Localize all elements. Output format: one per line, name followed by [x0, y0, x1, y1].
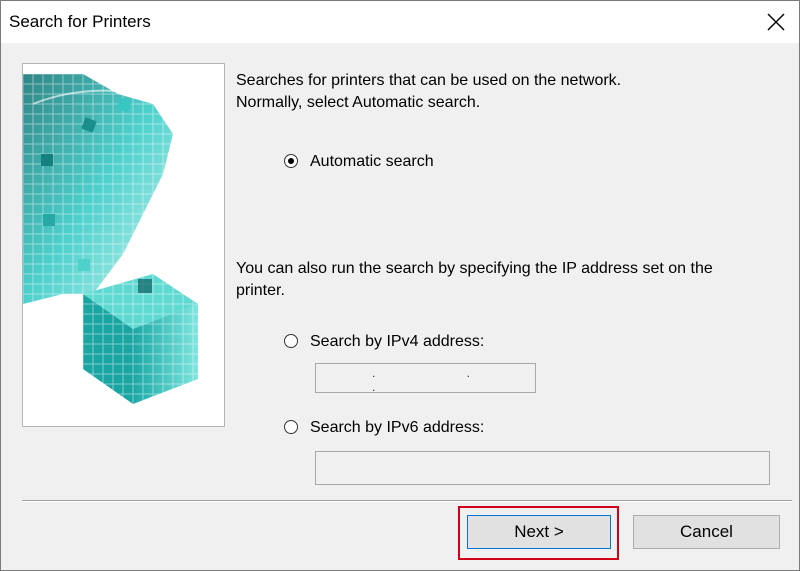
ipv4-search-label[interactable]: Search by IPv4 address: [310, 331, 484, 353]
hint-line-1: You can also run the search by specifyin… [236, 260, 713, 277]
ipv6-search-radio[interactable] [284, 420, 298, 434]
radio-selected-dot [288, 158, 294, 164]
cancel-button[interactable]: Cancel [633, 515, 780, 549]
intro-line-2: Normally, select Automatic search. [236, 94, 481, 111]
automatic-search-label[interactable]: Automatic search [310, 151, 434, 173]
close-button[interactable] [753, 1, 799, 43]
intro-line-1: Searches for printers that can be used o… [236, 72, 622, 89]
title-bar: Search for Printers [1, 1, 799, 43]
ipv6-search-label[interactable]: Search by IPv6 address: [310, 417, 484, 439]
ipv4-address-field[interactable]: . . . [315, 363, 536, 394]
window-title: Search for Printers [9, 12, 151, 31]
close-icon [767, 13, 785, 31]
ipv4-address-value: . . . [372, 366, 515, 394]
next-button[interactable]: Next > [467, 515, 611, 549]
cube-graphic [22, 63, 225, 427]
search-for-printers-dialog: Search for Printers Searches for printer… [0, 0, 800, 571]
automatic-search-radio[interactable] [284, 154, 298, 168]
separator-highlight [22, 501, 792, 502]
hint-line-2: printer. [236, 282, 285, 299]
ipv4-search-radio[interactable] [284, 334, 298, 348]
ipv6-address-field[interactable] [315, 451, 770, 485]
